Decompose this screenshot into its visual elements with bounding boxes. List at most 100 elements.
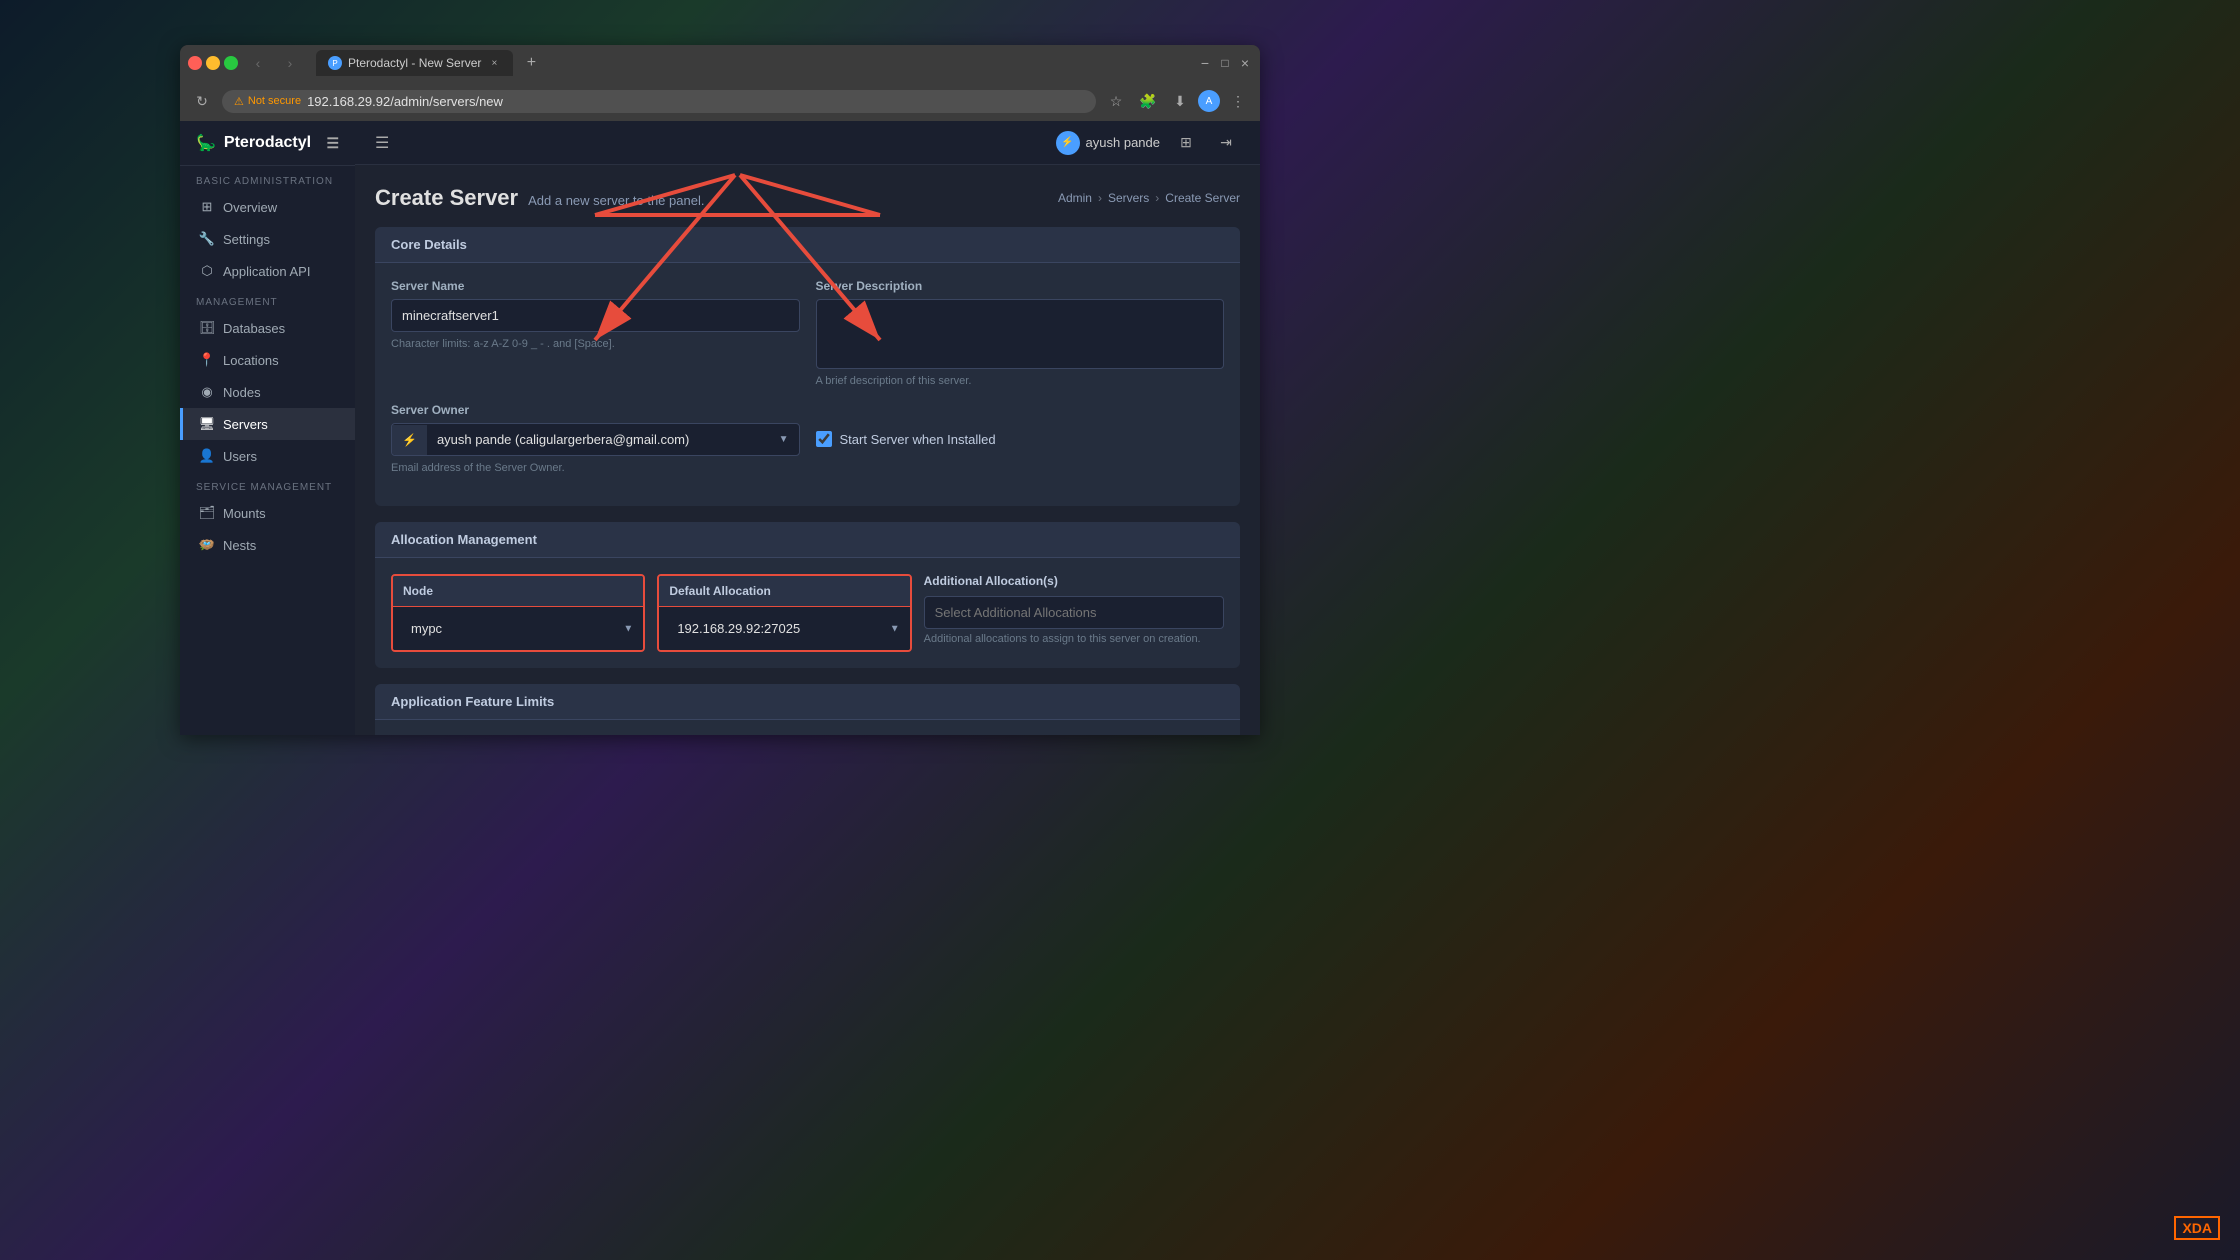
bookmark-button[interactable]: ☆: [1102, 87, 1130, 115]
sidebar-item-databases[interactable]: 🗄 Databases: [180, 312, 355, 344]
maximize-button[interactable]: □: [224, 56, 238, 70]
node-select-wrapper: mypc ▼: [393, 607, 643, 650]
browser-navbar: ↻ ⚠ Not secure ☆ 🧩 ⬇ A ⋮: [180, 81, 1260, 121]
core-details-header: Core Details: [375, 227, 1240, 263]
sidebar-item-nests[interactable]: 🪺 Nests: [180, 529, 355, 561]
feature-limits-card: Application Feature Limits Database Limi…: [375, 684, 1240, 735]
close-button[interactable]: ×: [188, 56, 202, 70]
logout-button[interactable]: ⇥: [1212, 129, 1240, 157]
header-menu-button[interactable]: ☰: [375, 133, 389, 153]
owner-select-wrapper: ⚡ ayush pande (caligulargerbera@gmail.co…: [391, 423, 800, 456]
sidebar-item-mounts[interactable]: 🗂 Mounts: [180, 497, 355, 529]
tab-close-button[interactable]: ×: [487, 56, 501, 70]
app-header: ☰ ⚡ ayush pande ⊞ ⇥: [355, 121, 1260, 165]
sidebar-item-application-api[interactable]: ⬡ Application API: [180, 255, 355, 287]
security-icon: ⚠: [234, 95, 244, 108]
allocation-management-body: Node mypc ▼ Default Allocati: [375, 558, 1240, 668]
sidebar-item-label: Locations: [223, 353, 279, 368]
start-server-checkbox-row: Start Server when Installed: [816, 431, 1225, 447]
browser-controls: × − □: [188, 56, 238, 70]
mounts-icon: 🗂: [199, 505, 215, 521]
server-description-hint: A brief description of this server.: [816, 375, 1225, 387]
api-icon: ⬡: [199, 263, 215, 279]
browser-tab[interactable]: P Pterodactyl - New Server ×: [316, 50, 513, 76]
core-details-card: Core Details Server Name Character limit…: [375, 227, 1240, 506]
sidebar-item-label: Settings: [223, 232, 270, 247]
start-server-checkbox[interactable]: [816, 431, 832, 447]
feature-limits-body: Database Limit The total number of datab…: [375, 720, 1240, 735]
window-minimize[interactable]: −: [1198, 56, 1212, 70]
server-description-label: Server Description: [816, 279, 1225, 293]
window-close[interactable]: ×: [1238, 56, 1252, 70]
sidebar-item-users[interactable]: 👤 Users: [180, 440, 355, 472]
sidebar-toggle[interactable]: ☰: [326, 135, 339, 152]
allocation-management-header: Allocation Management: [375, 522, 1240, 558]
server-name-input[interactable]: [391, 299, 800, 332]
sidebar-item-servers[interactable]: 🖥 Servers: [180, 408, 355, 440]
server-owner-hint: Email address of the Server Owner.: [391, 462, 800, 474]
additional-allocations-hint: Additional allocations to assign to this…: [924, 633, 1224, 645]
server-owner-group: Server Owner ⚡ ayush pande (caligularger…: [391, 403, 800, 474]
new-tab-button[interactable]: +: [517, 49, 545, 77]
server-description-group: Server Description A brief description o…: [816, 279, 1225, 387]
browser-window: × − □ ‹ › P Pterodactyl - New Server × +…: [180, 45, 1260, 735]
default-allocation-select[interactable]: 192.168.29.92:27025: [669, 615, 899, 642]
header-right: ⚡ ayush pande ⊞ ⇥: [1056, 129, 1240, 157]
extensions-button[interactable]: 🧩: [1134, 87, 1162, 115]
page-content: Create Server Add a new server to the pa…: [355, 165, 1260, 735]
server-name-row: Server Name Character limits: a-z A-Z 0-…: [391, 279, 1224, 387]
owner-select-arrow: ▼: [769, 426, 799, 453]
allocation-management-card: Allocation Management Node mypc: [375, 522, 1240, 668]
app-main: ☰ ⚡ ayush pande ⊞ ⇥: [355, 121, 1260, 735]
back-button[interactable]: ‹: [244, 49, 272, 77]
sidebar-section-basic: BASIC ADMINISTRATION: [180, 166, 355, 191]
download-button[interactable]: ⬇: [1166, 87, 1194, 115]
forward-button[interactable]: ›: [276, 49, 304, 77]
locations-icon: 📍: [199, 352, 215, 368]
page-title: Create Server: [375, 185, 518, 211]
minimize-button[interactable]: −: [206, 56, 220, 70]
page-title-area: Create Server Add a new server to the pa…: [375, 185, 704, 211]
server-name-label: Server Name: [391, 279, 800, 293]
databases-icon: 🗄: [199, 320, 215, 336]
breadcrumb-admin: Admin: [1058, 191, 1092, 205]
allocation-grid: Node mypc ▼ Default Allocati: [391, 574, 1224, 652]
menu-button[interactable]: ⋮: [1224, 87, 1252, 115]
owner-icon: ⚡: [392, 425, 427, 455]
sidebar-item-nodes[interactable]: ◉ Nodes: [180, 376, 355, 408]
server-name-group: Server Name Character limits: a-z A-Z 0-…: [391, 279, 800, 387]
server-owner-select[interactable]: ayush pande (caligulargerbera@gmail.com): [427, 424, 769, 455]
browser-titlebar: × − □ ‹ › P Pterodactyl - New Server × +…: [180, 45, 1260, 81]
core-details-body: Server Name Character limits: a-z A-Z 0-…: [375, 263, 1240, 506]
sidebar-item-locations[interactable]: 📍 Locations: [180, 344, 355, 376]
additional-allocations-input[interactable]: [924, 596, 1224, 629]
server-description-input[interactable]: [816, 299, 1225, 369]
breadcrumb-sep-1: ›: [1098, 191, 1102, 205]
additional-allocations-group: Additional Allocation(s) Additional allo…: [924, 574, 1224, 652]
sidebar-item-settings[interactable]: 🔧 Settings: [180, 223, 355, 255]
window-restore[interactable]: □: [1218, 56, 1232, 70]
node-select[interactable]: mypc: [403, 615, 633, 642]
profile-button[interactable]: A: [1198, 90, 1220, 112]
breadcrumb: Admin › Servers › Create Server: [1058, 191, 1240, 205]
grid-view-button[interactable]: ⊞: [1172, 129, 1200, 157]
nodes-icon: ◉: [199, 384, 215, 400]
breadcrumb-current: Create Server: [1165, 191, 1240, 205]
sidebar-item-label: Mounts: [223, 506, 266, 521]
sidebar: 🦕 Pterodactyl ☰ BASIC ADMINISTRATION ⊞ O…: [180, 121, 355, 735]
users-icon: 👤: [199, 448, 215, 464]
feature-limits-title: Application Feature Limits: [391, 694, 554, 709]
overview-icon: ⊞: [199, 199, 215, 215]
nests-icon: 🪺: [199, 537, 215, 553]
address-bar-container[interactable]: ⚠ Not secure: [222, 90, 1096, 113]
sidebar-item-overview[interactable]: ⊞ Overview: [180, 191, 355, 223]
sidebar-item-label: Nodes: [223, 385, 261, 400]
servers-icon: 🖥: [199, 416, 215, 432]
nav-refresh[interactable]: ↻: [188, 87, 216, 115]
address-bar-input[interactable]: [307, 94, 1084, 109]
page-subtitle: Add a new server to the panel.: [528, 193, 704, 208]
tab-bar: ‹ › P Pterodactyl - New Server × +: [244, 49, 1192, 77]
default-allocation-box: Default Allocation 192.168.29.92:27025 ▼: [657, 574, 911, 652]
additional-allocations-label: Additional Allocation(s): [924, 574, 1224, 588]
sidebar-item-label: Nests: [223, 538, 256, 553]
